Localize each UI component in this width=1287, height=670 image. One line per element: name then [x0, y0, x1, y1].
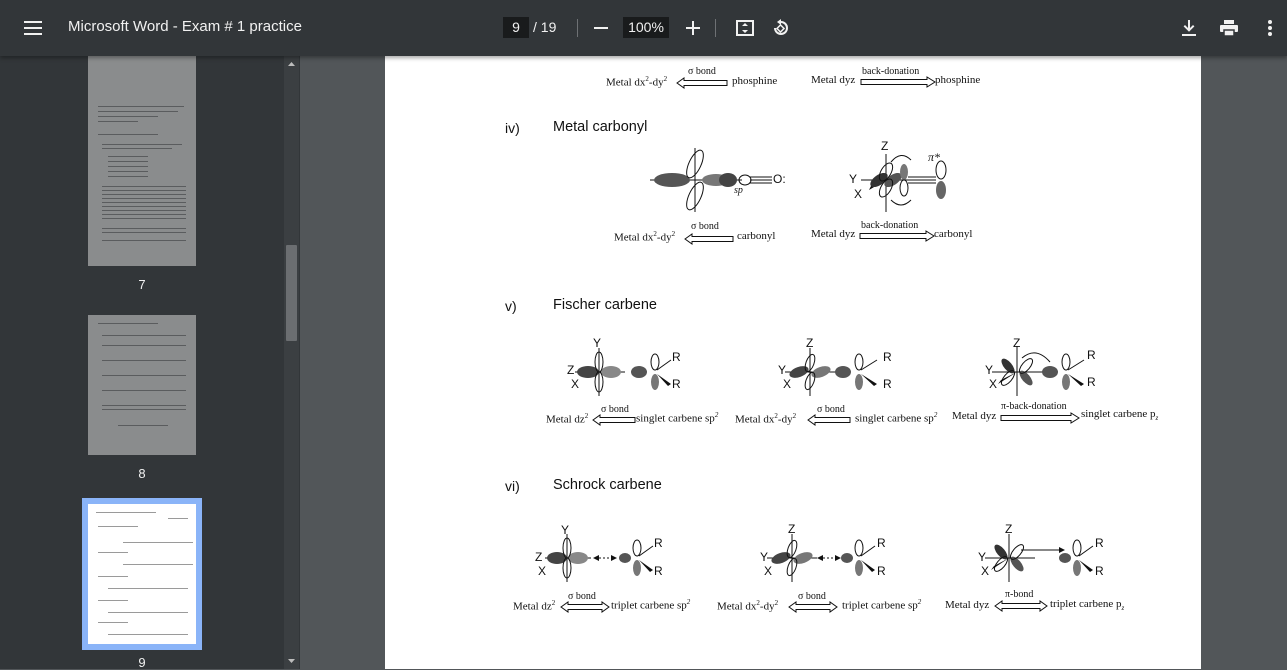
double-arrow-icon — [788, 601, 838, 613]
hamburger-menu-icon[interactable] — [15, 10, 51, 46]
sidebar-scrollbar[interactable] — [284, 56, 299, 669]
section-number: vi) — [505, 478, 520, 494]
axis-y-label: Y — [849, 172, 858, 186]
top-left-bond: σ bond — [688, 66, 716, 77]
zoom-input[interactable]: 100% — [623, 17, 669, 38]
fischer-caption-3-metal: Metal dyz — [952, 410, 997, 422]
thumbnail-image — [88, 315, 196, 455]
fischer-caption-1-ligand: singlet carbene sp2 — [636, 411, 719, 425]
double-arrow-icon — [994, 600, 1048, 612]
fischer-caption-2-ligand: singlet carbene sp2 — [855, 411, 938, 425]
toolbar-divider — [577, 19, 578, 37]
schrock-caption-1-metal: Metal dz2 — [513, 599, 556, 613]
r-group-label: R — [654, 564, 663, 578]
section-number: v) — [505, 298, 517, 314]
fischer-caption-3-ligand: singlet carbene pz — [1081, 408, 1159, 423]
schrock-dyz-orbital-diagram — [985, 534, 1094, 582]
scroll-up-icon[interactable] — [284, 58, 299, 70]
double-arrow-icon — [560, 601, 610, 613]
schrock-caption-1-ligand: triplet carbene sp2 — [611, 598, 691, 612]
left-arrow-icon — [807, 414, 851, 426]
right-arrow-icon — [1000, 412, 1080, 424]
r-group-label: R — [1087, 348, 1096, 362]
fischer-caption-2-metal: Metal dx2-dy2 — [735, 412, 797, 426]
print-icon[interactable] — [1211, 10, 1247, 46]
r-group-label: R — [654, 536, 663, 550]
thumbnail-sidebar: 6 7 — [0, 0, 300, 670]
top-right-ligand: phosphine — [935, 74, 981, 86]
pdf-toolbar: Microsoft Word - Exam # 1 practice 9 / 1… — [0, 0, 1287, 56]
document-title: Microsoft Word - Exam # 1 practice — [68, 18, 302, 35]
carbonyl-right-ligand: carbonyl — [934, 228, 973, 240]
carbonyl-right-metal: Metal dyz — [811, 228, 856, 240]
right-arrow-icon — [860, 76, 936, 88]
page-total: / 19 — [533, 19, 557, 35]
thumbnail-image — [82, 498, 202, 650]
r-group-label: R — [877, 536, 886, 550]
fischer-caption-1-metal: Metal dz2 — [546, 412, 589, 426]
sidebar-scroll-thumb[interactable] — [286, 245, 297, 341]
thumbnail-label: 7 — [138, 277, 146, 292]
fischer-dz2-orbital-diagram — [575, 348, 672, 396]
r-group-label: R — [1095, 564, 1104, 578]
axis-z-label: Z — [881, 139, 889, 153]
left-arrow-icon — [676, 77, 728, 89]
left-arrow-icon — [684, 233, 734, 245]
right-arrow-icon — [859, 230, 935, 242]
schrock-caption-3-ligand: triplet carbene pz — [1050, 598, 1125, 613]
thumbnail-label: 8 — [138, 466, 146, 481]
scroll-down-icon[interactable] — [284, 655, 299, 667]
fischer-dx2dy2-orbital-diagram — [785, 348, 878, 396]
schrock-dz2-orbital-diagram — [545, 534, 654, 582]
thumbnail-page-8[interactable]: 8 — [88, 315, 196, 481]
r-group-label: R — [877, 564, 886, 578]
top-left-caption: Metal dx2-dy2 — [606, 75, 668, 89]
section-title: Schrock carbene — [553, 477, 662, 493]
fischer-caption-3-bond: π-back-donation — [1001, 401, 1067, 412]
r-group-label: R — [672, 350, 681, 364]
download-icon[interactable] — [1171, 10, 1207, 46]
r-group-label: R — [1095, 536, 1104, 550]
schrock-caption-2-metal: Metal dx2-dy2 — [717, 599, 779, 613]
zoom-out-icon[interactable] — [583, 10, 619, 46]
carbonyl-left-bond: σ bond — [691, 221, 719, 232]
top-left-ligand: phosphine — [732, 75, 778, 87]
thumbnail-page-9[interactable]: 9 — [82, 498, 202, 670]
oxygen-label: O: — [773, 172, 786, 186]
thumbnail-label: 9 — [138, 655, 146, 670]
axis-z-label: Z — [567, 363, 575, 377]
zoom-in-icon[interactable] — [675, 10, 711, 46]
toolbar-divider — [715, 19, 716, 37]
schrock-caption-3-bond: π-bond — [1005, 589, 1034, 600]
pdf-page: Metal dx2-dy2 σ bond phosphine Metal dyz… — [385, 56, 1201, 669]
carbonyl-backdonation-orbital-diagram — [861, 154, 947, 212]
document-viewer: Metal dx2-dy2 σ bond phosphine Metal dyz… — [300, 56, 1287, 669]
page-number-input[interactable]: 9 — [503, 17, 529, 38]
schrock-dx2dy2-orbital-diagram — [767, 534, 876, 582]
r-group-label: R — [883, 350, 892, 364]
more-vert-icon[interactable] — [1252, 10, 1287, 46]
axis-z-label: Z — [535, 550, 543, 564]
section-number: iv) — [505, 120, 520, 136]
thumbnail-image — [88, 126, 196, 266]
fischer-dyz-orbital-diagram — [992, 346, 1085, 396]
schrock-caption-2-ligand: triplet carbene sp2 — [842, 598, 922, 612]
top-right-metal: Metal dyz — [811, 74, 856, 86]
left-arrow-icon — [592, 414, 636, 426]
fit-page-icon[interactable] — [727, 10, 763, 46]
thumbnail-page-7[interactable]: 7 — [88, 126, 196, 292]
r-group-label: R — [883, 377, 892, 391]
section-title: Metal carbonyl — [553, 119, 648, 135]
rotate-icon[interactable] — [763, 10, 799, 46]
schrock-caption-3-metal: Metal dyz — [945, 599, 990, 611]
sp-label: sp — [734, 185, 743, 196]
carbonyl-left-caption: Metal dx2-dy2 — [614, 230, 676, 244]
section-title: Fischer carbene — [553, 297, 657, 313]
r-group-label: R — [672, 377, 681, 391]
carbonyl-left-ligand: carbonyl — [737, 230, 776, 242]
r-group-label: R — [1087, 375, 1096, 389]
